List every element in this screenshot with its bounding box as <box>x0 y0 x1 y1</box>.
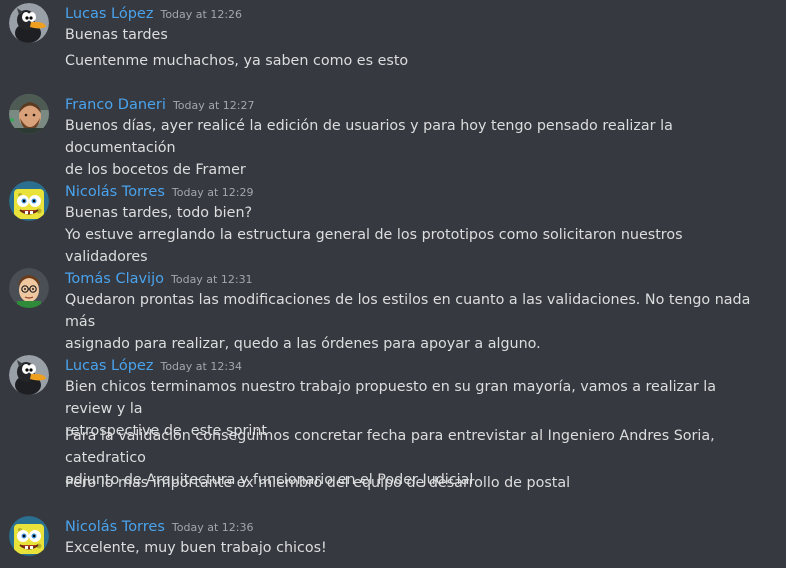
username[interactable]: Lucas López <box>65 358 153 374</box>
cartoon-boy-avatar-icon[interactable] <box>9 268 49 308</box>
sponge-avatar-icon[interactable] <box>9 516 49 556</box>
message-text: Excelente, muy buen trabajo chicos! <box>65 540 327 556</box>
message-header: Nicolás Torres Today at 12:36 <box>65 516 253 538</box>
message-text: Buenas tardes, todo bien? Yo estuve arre… <box>65 205 683 265</box>
duck-avatar-icon[interactable] <box>9 3 49 43</box>
username[interactable]: Nicolás Torres <box>65 519 165 535</box>
message-header: Franco Daneri Today at 12:27 <box>65 94 255 116</box>
username[interactable]: Lucas López <box>65 6 153 22</box>
timestamp: Today at 12:26 <box>160 8 243 21</box>
timestamp: Today at 12:36 <box>171 521 254 534</box>
sponge-avatar-icon[interactable] <box>9 181 49 221</box>
timestamp: Today at 12:27 <box>172 99 255 112</box>
message-text: Quedaron prontas las modificaciones de l… <box>65 292 751 352</box>
timestamp: Today at 12:31 <box>171 273 253 286</box>
timestamp: Today at 12:34 <box>160 360 243 373</box>
username[interactable]: Nicolás Torres <box>65 184 165 200</box>
message-header: Tomás Clavijo Today at 12:31 <box>65 268 253 290</box>
username[interactable]: Tomás Clavijo <box>65 271 164 287</box>
message-text: Buenas tardes <box>65 27 168 43</box>
message-text: Pero lo mas importante ex miembro del eq… <box>65 475 571 491</box>
bearded-man-avatar-icon[interactable] <box>9 94 49 134</box>
message-header: Lucas López Today at 12:34 <box>65 355 242 377</box>
duck-avatar-icon[interactable] <box>9 355 49 395</box>
message-text: Cuentenme muchachos, ya saben como es es… <box>65 53 409 69</box>
message-text: Buenos días, ayer realicé la edición de … <box>65 118 673 178</box>
message-header: Nicolás Torres Today at 12:29 <box>65 181 253 203</box>
timestamp: Today at 12:29 <box>171 186 254 199</box>
chat-message-list: Lucas López Today at 12:26 Buenas tardes … <box>0 0 786 568</box>
username[interactable]: Franco Daneri <box>65 97 166 113</box>
message-header: Lucas López Today at 12:26 <box>65 3 242 25</box>
